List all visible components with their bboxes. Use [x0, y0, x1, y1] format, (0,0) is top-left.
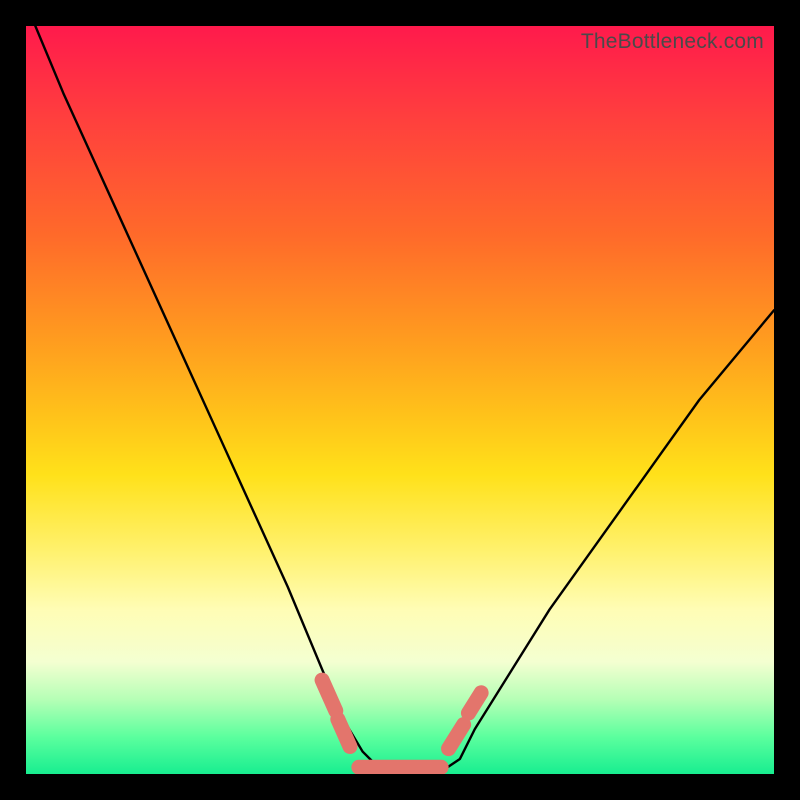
curve-bottleneck-curve	[26, 26, 774, 774]
marker-right-lower	[449, 725, 464, 749]
marker-right-upper	[468, 693, 481, 713]
marker-left-lower	[338, 719, 350, 746]
chart-frame: TheBottleneck.com	[0, 0, 800, 800]
plot-area: TheBottleneck.com	[26, 26, 774, 774]
marker-left-upper	[322, 680, 336, 711]
bottleneck-chart	[26, 26, 774, 774]
